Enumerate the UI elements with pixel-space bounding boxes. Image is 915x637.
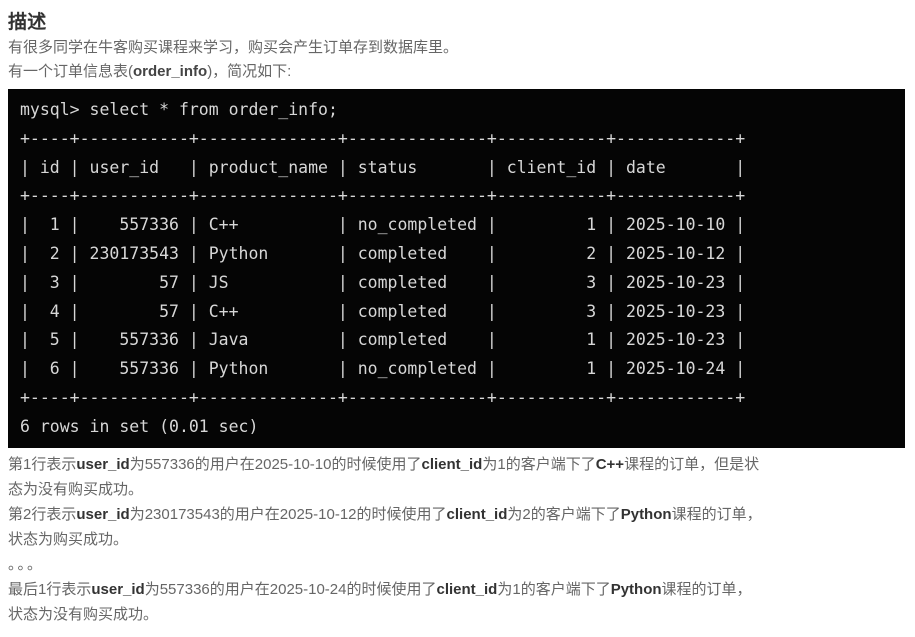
p1-text-a: 第1行表示 xyxy=(8,455,77,473)
table-separator-header: +----+-----------+--------------+-------… xyxy=(20,186,746,206)
table-row: | 1 | 557336 | C++ | no_completed | 1 | … xyxy=(20,215,746,235)
p1-product-label: C++ xyxy=(595,455,625,473)
explanation-paragraph-2-line-2: 状态为购买成功。 xyxy=(8,530,129,548)
p3-text-d: 为1的客户端下了 xyxy=(497,580,611,598)
intro-text: 有很多同学在牛客购买课程来学习，购买会产生订单存到数据库里。 有一个订单信息表(… xyxy=(0,36,915,84)
explanation-paragraph-3-line-2: 状态为没有购买成功。 xyxy=(8,605,159,623)
table-name-inline: order_info xyxy=(133,63,208,80)
explanation-paragraph-1-line-2: 态为没有购买成功。 xyxy=(8,480,144,498)
p3-text-c: 为557336的用户在2025-10-24的时候使用了 xyxy=(144,580,437,598)
p3-text-a: 最后1行表示 xyxy=(8,580,92,598)
intro-line-2-prefix: 有一个订单信息表( xyxy=(8,63,133,80)
explanation-paragraph-2-line-1: 第2行表示user_id为230173543的用户在2025-10-12的时候使… xyxy=(8,502,915,527)
p1-text-c: 为557336的用户在2025-10-10的时候使用了 xyxy=(129,455,422,473)
explanation-paragraph-3-line-1: 最后1行表示user_id为557336的用户在2025-10-24的时候使用了… xyxy=(8,577,915,602)
p1-text-e: 课程的订单，但是状 xyxy=(624,455,760,473)
p2-product-label: Python xyxy=(620,505,672,523)
table-separator-bottom: +----+-----------+--------------+-------… xyxy=(20,387,746,407)
table-row: | 4 | 57 | C++ | completed | 3 | 2025-10… xyxy=(20,301,746,321)
p2-client-id-label: client_id xyxy=(446,505,508,523)
explanation-text: 第1行表示user_id为557336的用户在2025-10-10的时候使用了c… xyxy=(0,452,915,627)
table-row: | 3 | 57 | JS | completed | 3 | 2025-10-… xyxy=(20,272,746,292)
explanation-paragraph-1-line-1: 第1行表示user_id为557336的用户在2025-10-10的时候使用了c… xyxy=(8,452,915,477)
p1-text-d: 为1的客户端下了 xyxy=(482,455,596,473)
mysql-terminal-block: mysql> select * from order_info; +----+--… xyxy=(8,89,905,448)
problem-description-page: 描述 有很多同学在牛客购买课程来学习，购买会产生订单存到数据库里。 有一个订单信… xyxy=(0,0,915,637)
p1-user-id-label: user_id xyxy=(76,455,130,473)
terminal-output: mysql> select * from order_info; +----+--… xyxy=(20,96,905,442)
page-title: 描述 xyxy=(8,12,47,33)
p3-text-e: 课程的订单， xyxy=(661,580,752,598)
table-row: | 5 | 557336 | Java | completed | 1 | 20… xyxy=(20,330,746,350)
p1-client-id-label: client_id xyxy=(421,455,483,473)
p3-client-id-label: client_id xyxy=(436,580,498,598)
intro-line-1: 有很多同学在牛客购买课程来学习，购买会产生订单存到数据库里。 xyxy=(8,39,459,56)
intro-line-2: 有一个订单信息表(order_info)，简况如下: xyxy=(8,60,915,84)
p2-text-d: 为2的客户端下了 xyxy=(507,505,621,523)
terminal-footer-rowcount: 6 rows in set (0.01 sec) xyxy=(20,416,259,436)
table-row: | 2 | 230173543 | Python | completed | 2… xyxy=(20,243,746,263)
p3-user-id-label: user_id xyxy=(91,580,145,598)
p2-text-a: 第2行表示 xyxy=(8,505,77,523)
table-row: | 6 | 557336 | Python | no_completed | 1… xyxy=(20,359,746,379)
intro-line-2-suffix: )，简况如下: xyxy=(207,63,292,80)
p3-product-label: Python xyxy=(610,580,662,598)
p2-text-c: 为230173543的用户在2025-10-12的时候使用了 xyxy=(129,505,447,523)
p2-user-id-label: user_id xyxy=(76,505,130,523)
terminal-prompt-line: mysql> select * from order_info; xyxy=(20,100,338,119)
table-separator-top: +----+-----------+--------------+-------… xyxy=(20,128,746,148)
p2-text-e: 课程的订单， xyxy=(671,505,762,523)
table-header-row: | id | user_id | product_name | status |… xyxy=(20,157,746,177)
ellipsis-line: 。。。 xyxy=(8,555,45,573)
